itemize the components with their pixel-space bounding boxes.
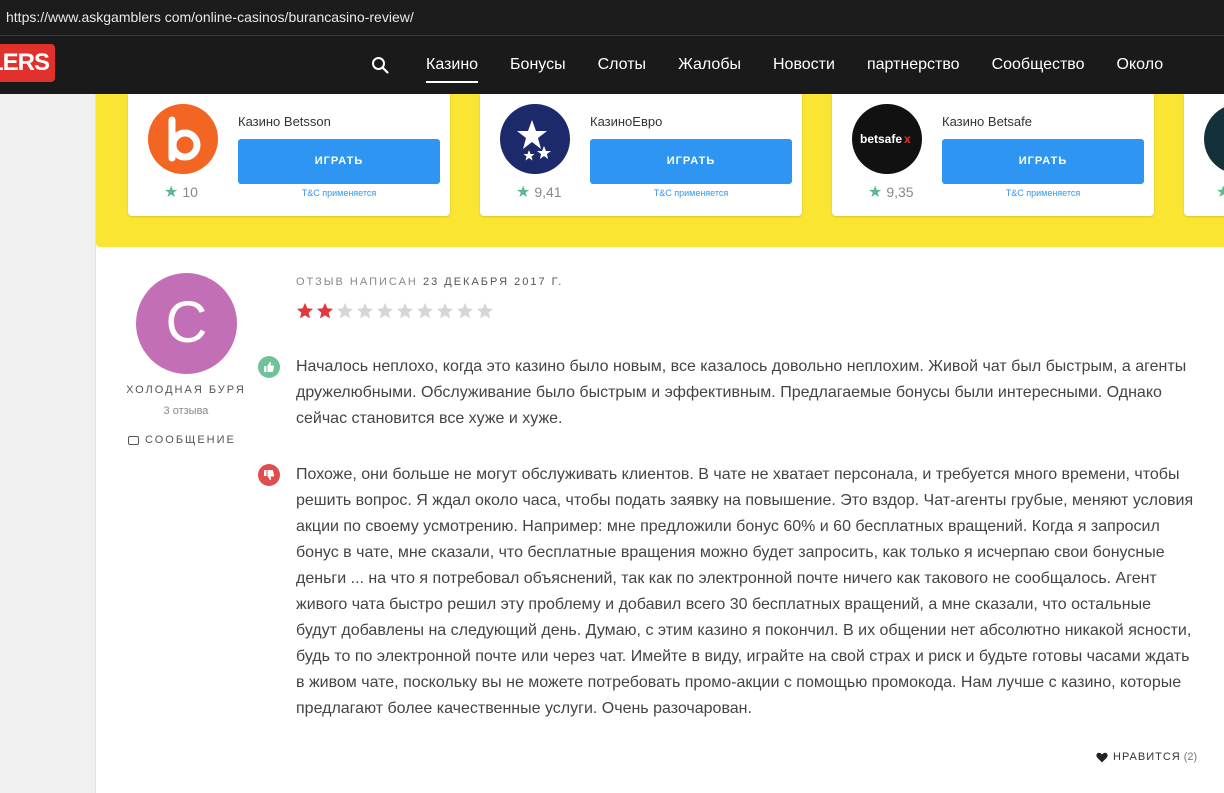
betsafe-logo[interactable]: betsafe x	[852, 104, 922, 174]
nav-item-complaints[interactable]: Жалобы	[678, 36, 741, 94]
rating-star-icon	[396, 302, 414, 319]
main-nav: Казино Бонусы Слоты Жалобы Новости партн…	[410, 36, 1179, 94]
rating-star-icon	[436, 302, 454, 319]
tc-link[interactable]: T&C применяется	[238, 188, 440, 198]
message-link[interactable]: СООБЩЕНИЕ	[128, 434, 236, 446]
casino-card-euro: КазиноЕвро ИГРАТЬ T&C применяется ★ 9,41	[480, 94, 802, 216]
nav-item-partnership[interactable]: партнерство	[867, 36, 960, 94]
casino-card-betsson: Казино Betsson ИГРАТЬ T&C применяется ★ 1…	[128, 94, 450, 216]
tc-link[interactable]: T&C применяется	[942, 188, 1144, 198]
casino-name[interactable]: Казино Betsafe	[942, 114, 1032, 129]
rating-star-icon	[336, 302, 354, 319]
casino-rating: ★ 9,41	[516, 184, 562, 201]
star-icon: ★	[164, 184, 179, 201]
svg-text:x: x	[904, 132, 911, 146]
reviewer-name[interactable]: ХОЛОДНАЯ БУРЯ	[96, 384, 276, 396]
nav-item-news[interactable]: Новости	[773, 36, 835, 94]
rating-star-icon	[316, 302, 334, 319]
review-date: ОТЗЫВ НАПИСАН 23 ДЕКАБРЯ 2017 Г.	[296, 276, 564, 288]
rating-star-icon	[476, 302, 494, 319]
heart-icon	[1096, 752, 1108, 762]
search-icon[interactable]	[371, 56, 389, 74]
casino-card-betsafe: betsafe x Казино Betsafe ИГРАТЬ T&C прим…	[832, 94, 1154, 216]
like-count: (2)	[1183, 751, 1198, 763]
nav-item-slots[interactable]: Слоты	[598, 36, 646, 94]
review-cons-text: Похоже, они больше не могут обслуживать …	[296, 466, 1194, 717]
star-icon: ★	[868, 184, 883, 201]
play-button[interactable]: ИГРАТЬ	[590, 139, 792, 184]
nav-item-bonuses[interactable]: Бонусы	[510, 36, 566, 94]
casino-name[interactable]: Казино Betsson	[238, 114, 331, 129]
rating-star-icon	[296, 302, 314, 319]
svg-text:betsafe: betsafe	[860, 132, 902, 146]
casinoeuro-logo[interactable]	[500, 104, 570, 174]
rating-star-icon	[416, 302, 434, 319]
casino-logo-partial[interactable]	[1204, 104, 1224, 174]
play-button[interactable]: ИГРАТЬ	[942, 139, 1144, 184]
browser-address-bar[interactable]: https://www.askgamblers com/online-casin…	[0, 0, 1224, 36]
star-icon: ★	[516, 184, 531, 201]
play-button[interactable]: ИГРАТЬ	[238, 139, 440, 184]
site-header: LERS Казино Бонусы Слоты Жалобы Новости …	[0, 36, 1224, 94]
left-gutter	[0, 94, 96, 793]
tc-link[interactable]: T&C применяется	[590, 188, 792, 198]
review-pros-text: Началось неплохо, когда это казино было …	[296, 358, 1187, 427]
nav-item-community[interactable]: Сообщество	[992, 36, 1085, 94]
rating-star-icon	[376, 302, 394, 319]
like-button[interactable]: НРАВИТСЯ (2)	[1096, 751, 1197, 763]
thumbs-down-icon	[258, 464, 280, 486]
casino-card-partial[interactable]: ★	[1184, 94, 1224, 216]
site-logo[interactable]: LERS	[0, 44, 55, 82]
review-rating-stars	[296, 302, 496, 320]
avatar[interactable]: C	[136, 273, 237, 374]
nav-item-about[interactable]: Около	[1117, 36, 1164, 94]
url-text[interactable]: https://www.askgamblers com/online-casin…	[6, 9, 414, 25]
thumbs-up-icon	[258, 356, 280, 378]
rating-star-icon	[356, 302, 374, 319]
nav-item-casinos[interactable]: Казино	[426, 36, 479, 94]
casino-rating: ★ 10	[164, 184, 198, 201]
message-icon	[128, 435, 139, 445]
betsson-logo[interactable]	[148, 104, 218, 174]
casino-name[interactable]: КазиноЕвро	[590, 114, 662, 129]
reviewer-review-count: 3 отзыва	[163, 405, 209, 417]
rating-star-icon	[456, 302, 474, 319]
star-icon: ★	[1216, 184, 1224, 201]
casino-rating: ★ 9,35	[868, 184, 914, 201]
